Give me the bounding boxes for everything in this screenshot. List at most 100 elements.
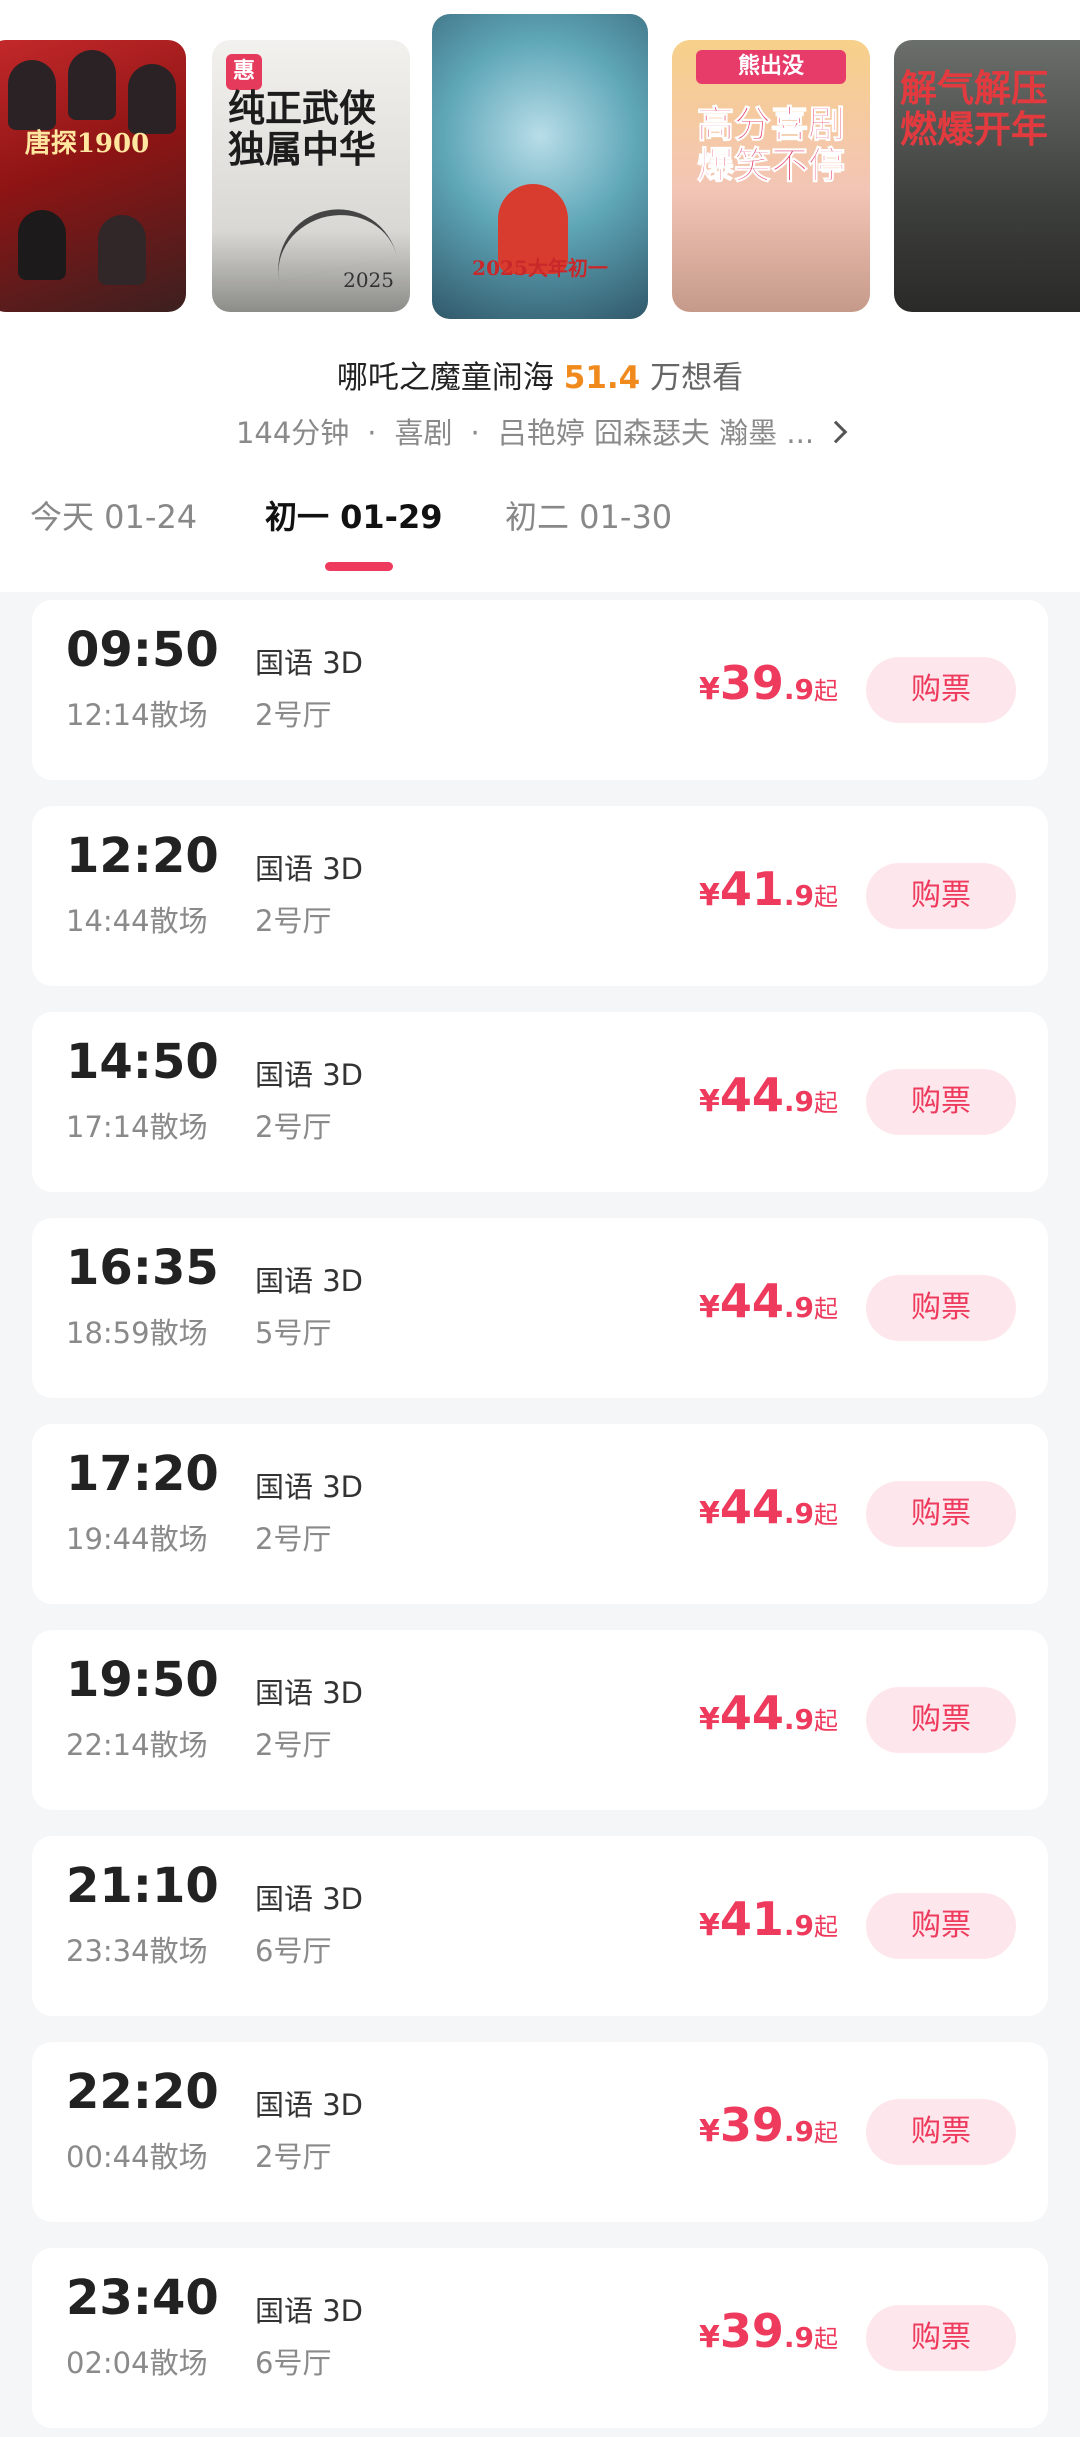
poster-text: 2025大年初一 <box>472 256 608 280</box>
buy-ticket-button[interactable]: 购票 <box>866 1687 1016 1753</box>
price-integer: 41 <box>719 862 784 916</box>
price-decimal: .9 <box>783 2321 814 2354</box>
language-format: 国语 3D <box>255 1264 363 1298</box>
showtime-card[interactable]: 09:50 12:14散场 国语 3D 2号厅 ¥39.9起 购票 <box>32 600 1048 780</box>
price-decimal: .9 <box>783 1909 814 1942</box>
showtime-card[interactable]: 21:10 23:34散场 国语 3D 6号厅 ¥41.9起 购票 <box>32 1836 1048 2016</box>
poster-5[interactable]: 解气解压 燃爆开年 <box>894 40 1080 312</box>
price-suffix: 起 <box>814 1295 838 1323</box>
showtime-card[interactable]: 19:50 22:14散场 国语 3D 2号厅 ¥44.9起 购票 <box>32 1630 1048 1810</box>
showtime-card[interactable]: 12:20 14:44散场 国语 3D 2号厅 ¥41.9起 购票 <box>32 806 1048 986</box>
language-format: 国语 3D <box>255 646 363 680</box>
hall-name: 6号厅 <box>255 1934 332 1968</box>
poster-3[interactable]: 2025大年初一 <box>432 14 648 319</box>
movie-cast: 吕艳婷 囧森瑟夫 瀚墨 ... <box>497 416 815 450</box>
currency-symbol: ¥ <box>698 1496 720 1531</box>
tab-date-today[interactable]: 今天 01-24 <box>30 492 197 538</box>
separator-dot: · <box>367 416 377 450</box>
poster-carousel[interactable]: 唐探1900 惠 纯正武侠 独属中华 2025 2025大年初一 熊出没 高分喜… <box>0 0 1080 345</box>
price-integer: 44 <box>719 1480 784 1534</box>
showtime-card[interactable]: 14:50 17:14散场 国语 3D 2号厅 ¥44.9起 购票 <box>32 1012 1048 1192</box>
currency-symbol: ¥ <box>698 1290 720 1325</box>
poster-text: 高分喜剧 爆笑不停 <box>697 102 846 187</box>
poster-header: 熊出没 <box>696 50 846 84</box>
language-format: 国语 3D <box>255 2294 363 2328</box>
price: ¥44.9起 <box>699 1068 838 1122</box>
start-time: 14:50 <box>66 1034 219 1090</box>
showtime-card[interactable]: 22:20 00:44散场 国语 3D 2号厅 ¥39.9起 购票 <box>32 2042 1048 2222</box>
movie-title: 哪吒之魔童闹海 <box>336 360 554 396</box>
start-time: 09:50 <box>66 622 219 678</box>
showtime-card[interactable]: 23:40 02:04散场 国语 3D 6号厅 ¥39.9起 购票 <box>32 2248 1048 2428</box>
header-section: 唐探1900 惠 纯正武侠 独属中华 2025 2025大年初一 熊出没 高分喜… <box>0 0 1080 592</box>
price: ¥39.9起 <box>699 2304 838 2358</box>
hall-name: 2号厅 <box>255 1728 332 1762</box>
language-format: 国语 3D <box>255 2088 363 2122</box>
want-count: 51.4 <box>563 360 641 396</box>
buy-ticket-button[interactable]: 购票 <box>866 1893 1016 1959</box>
buy-ticket-button[interactable]: 购票 <box>866 2305 1016 2371</box>
currency-symbol: ¥ <box>698 672 720 707</box>
price: ¥44.9起 <box>699 1686 838 1740</box>
buy-ticket-button[interactable]: 购票 <box>866 1275 1016 1341</box>
price-decimal: .9 <box>783 1291 814 1324</box>
tab-date-chuyi[interactable]: 初一 01-29 <box>265 492 443 538</box>
hall-name: 2号厅 <box>255 904 332 938</box>
poster-text: 唐探1900 <box>24 129 150 159</box>
chevron-right-icon[interactable] <box>824 420 848 444</box>
start-time: 12:20 <box>66 828 219 884</box>
poster-year: 2025 <box>343 268 394 292</box>
hall-name: 2号厅 <box>255 1110 332 1144</box>
showtime-card[interactable]: 16:35 18:59散场 国语 3D 5号厅 ¥44.9起 购票 <box>32 1218 1048 1398</box>
price-decimal: .9 <box>783 1085 814 1118</box>
price-decimal: .9 <box>783 1703 814 1736</box>
price: ¥41.9起 <box>699 862 838 916</box>
buy-ticket-button[interactable]: 购票 <box>866 1481 1016 1547</box>
date-tabs: 今天 01-24 初一 01-29 初二 01-30 <box>0 492 1080 572</box>
hall-name: 5号厅 <box>255 1316 332 1350</box>
currency-symbol: ¥ <box>698 2320 720 2355</box>
poster-1[interactable]: 唐探1900 <box>0 40 186 312</box>
poster-4[interactable]: 熊出没 高分喜剧 爆笑不停 <box>672 40 870 312</box>
price-integer: 39 <box>719 2304 784 2358</box>
start-time: 19:50 <box>66 1652 219 1708</box>
discount-badge: 惠 <box>226 54 262 90</box>
price-suffix: 起 <box>814 883 838 911</box>
price-decimal: .9 <box>783 1497 814 1530</box>
poster-figure <box>68 50 116 120</box>
buy-ticket-button[interactable]: 购票 <box>866 1069 1016 1135</box>
buy-ticket-button[interactable]: 购票 <box>866 657 1016 723</box>
price: ¥39.9起 <box>699 2098 838 2152</box>
end-time: 22:14散场 <box>66 1728 208 1762</box>
language-format: 国语 3D <box>255 1470 363 1504</box>
buy-ticket-button[interactable]: 购票 <box>866 2099 1016 2165</box>
buy-ticket-button[interactable]: 购票 <box>866 863 1016 929</box>
end-time: 00:44散场 <box>66 2140 208 2174</box>
end-time: 19:44散场 <box>66 1522 208 1556</box>
end-time: 18:59散场 <box>66 1316 208 1350</box>
movie-title-line: 哪吒之魔童闹海 51.4 万想看 <box>0 352 1080 397</box>
end-time: 02:04散场 <box>66 2346 208 2380</box>
end-time: 12:14散场 <box>66 698 208 732</box>
price-decimal: .9 <box>783 673 814 706</box>
price: ¥41.9起 <box>699 1892 838 1946</box>
tab-date-chuer[interactable]: 初二 01-30 <box>505 492 672 538</box>
poster-figure <box>128 64 176 134</box>
movie-meta-line[interactable]: 144分钟 · 喜剧 · 吕艳婷 囧森瑟夫 瀚墨 ... <box>0 410 1080 452</box>
start-time: 22:20 <box>66 2064 219 2120</box>
active-tab-indicator <box>325 562 393 571</box>
price-suffix: 起 <box>814 677 838 705</box>
currency-symbol: ¥ <box>698 1084 720 1119</box>
movie-duration: 144分钟 <box>235 416 350 450</box>
poster-figure <box>98 215 146 285</box>
price-suffix: 起 <box>814 1501 838 1529</box>
poster-2[interactable]: 惠 纯正武侠 独属中华 2025 <box>212 40 410 312</box>
showtime-card[interactable]: 17:20 19:44散场 国语 3D 2号厅 ¥44.9起 购票 <box>32 1424 1048 1604</box>
language-format: 国语 3D <box>255 852 363 886</box>
start-time: 21:10 <box>66 1858 219 1914</box>
currency-symbol: ¥ <box>698 1908 720 1943</box>
price-suffix: 起 <box>814 2325 838 2353</box>
price-decimal: .9 <box>783 2115 814 2148</box>
poster-text: 纯正武侠 独属中华 <box>228 86 376 171</box>
poster-figure <box>18 210 66 280</box>
